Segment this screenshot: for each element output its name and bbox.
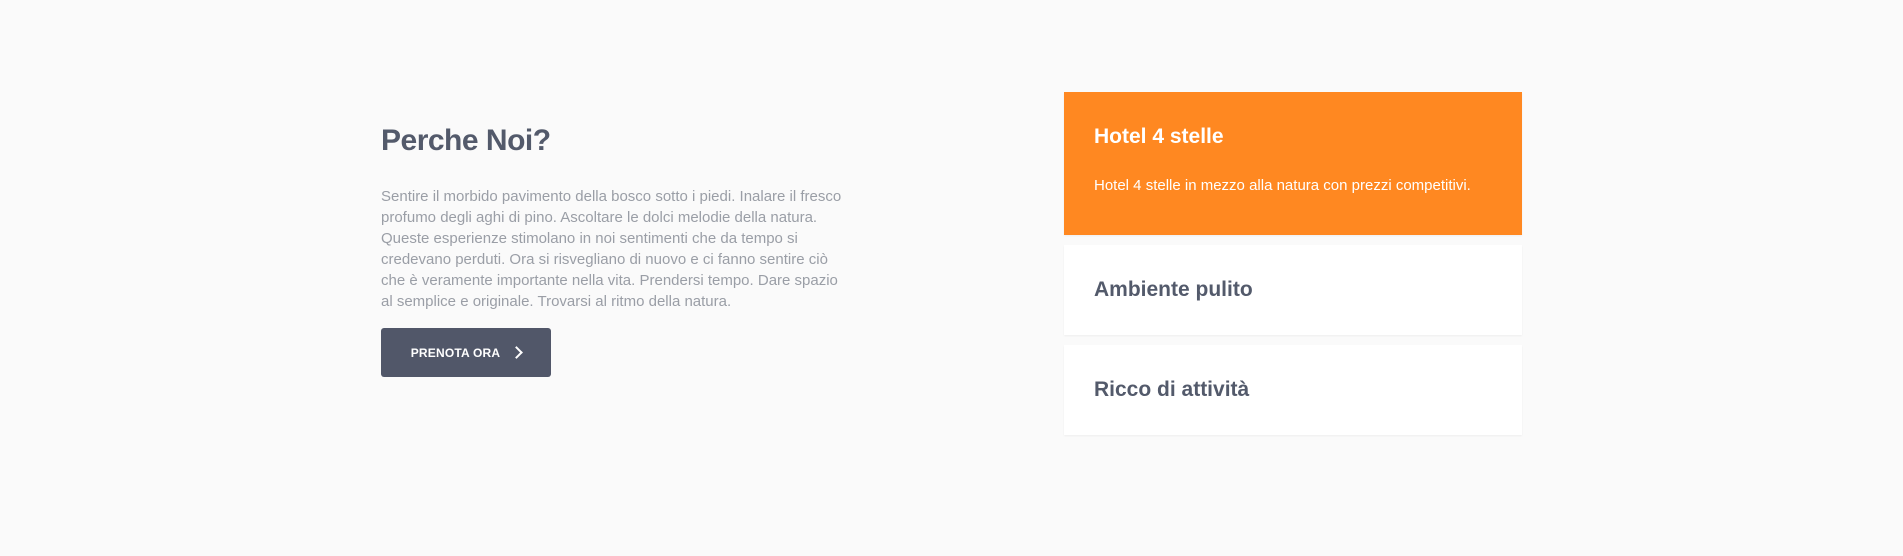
feature-title: Hotel 4 stelle [1094,125,1224,148]
book-now-button[interactable]: PRENOTA ORA [381,328,551,377]
about-section: Perche Noi? Sentire il morbido pavimento… [381,120,851,377]
section-title: Perche Noi? [381,124,551,157]
chevron-right-icon [510,346,524,359]
feature-title: Ricco di attività [1094,378,1250,401]
section-description: Sentire il morbido pavimento della bosco… [381,188,842,310]
book-now-label: PRENOTA ORA [410,345,501,360]
features-accordion: Hotel 4 stelle Hotel 4 stelle in mezzo a… [1064,92,1522,435]
feature-title: Ambiente pulito [1094,278,1253,301]
feature-card-4-star-hotel[interactable]: Hotel 4 stelle Hotel 4 stelle in mezzo a… [1064,92,1522,235]
feature-text: Hotel 4 stelle in mezzo alla natura con … [1094,177,1471,194]
feature-card-rich-activities[interactable]: Ricco di attività [1064,345,1522,435]
feature-card-clean-environment[interactable]: Ambiente pulito [1064,245,1522,335]
